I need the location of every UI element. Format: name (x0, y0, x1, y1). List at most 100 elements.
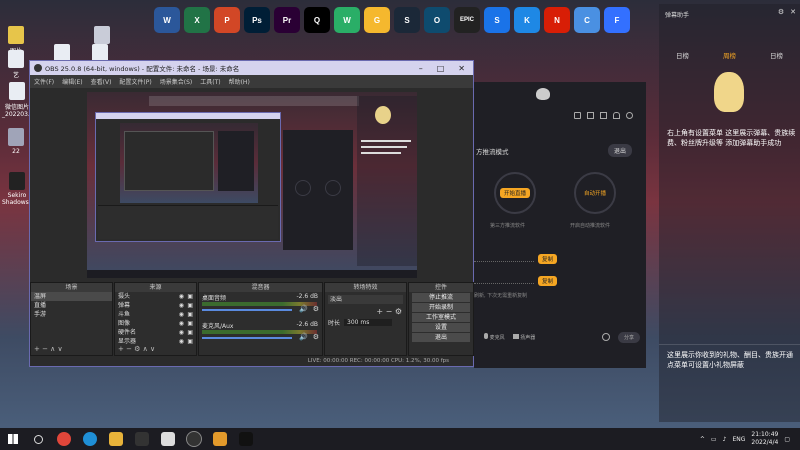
desktop-icon-22[interactable]: 22 (2, 128, 30, 155)
app-taskbar-icon-2[interactable] (239, 432, 253, 446)
control-button[interactable]: 开始录制 (412, 303, 470, 312)
qq-icon[interactable]: Q (304, 7, 330, 33)
scene-item[interactable]: 手游 (31, 310, 112, 319)
search-icon[interactable] (34, 434, 43, 444)
stream-key-field[interactable] (474, 276, 534, 284)
app-icon[interactable]: O (424, 7, 450, 33)
wechat-icon[interactable]: W (334, 7, 360, 33)
menu-item[interactable]: 文件(F) (34, 77, 54, 86)
eye-icon[interactable]: ◉ (179, 301, 184, 310)
menu-item[interactable]: 工具(T) (200, 77, 220, 86)
desktop-icon-extra-1[interactable] (88, 26, 116, 46)
eye-icon[interactable]: ◉ (179, 319, 184, 328)
epic-games-icon[interactable]: EPIC (454, 7, 480, 33)
language-indicator[interactable]: ENG (732, 436, 745, 443)
lock-icon[interactable]: ▣ (187, 310, 193, 319)
speaker-icon[interactable]: 🔊 (299, 333, 308, 341)
eye-icon[interactable]: ◉ (179, 310, 184, 319)
speaker-icon[interactable]: 🔊 (299, 305, 308, 313)
microphone-button[interactable]: 麦克风 (484, 333, 505, 341)
close-icon[interactable]: ✕ (790, 8, 796, 16)
speaker-button[interactable]: 扬声器 (512, 333, 535, 341)
cloud-icon[interactable]: C (574, 7, 600, 33)
settings-icon[interactable]: ⚙ (778, 8, 784, 16)
word-icon[interactable]: W (154, 7, 180, 33)
obs-title-bar[interactable]: OBS 25.0.8 (64-bit, windows) - 配置文件: 未命名… (30, 61, 473, 75)
steam-icon[interactable]: S (394, 7, 420, 33)
volume-slider[interactable] (202, 337, 292, 339)
menu-item[interactable]: 帮助(H) (229, 77, 250, 86)
obs-taskbar-icon[interactable] (186, 431, 202, 447)
eye-icon[interactable]: ◉ (179, 292, 184, 301)
scene-item[interactable]: 温屏 (31, 292, 112, 301)
edge-icon[interactable] (83, 432, 97, 446)
feishu-icon[interactable]: F (604, 7, 630, 33)
game-icon[interactable]: G (364, 7, 390, 33)
source-item[interactable]: 斗鱼 ◉ ▣ (115, 310, 196, 319)
tab-day-rank[interactable]: 日榜 (676, 50, 689, 64)
eye-icon[interactable]: ◉ (179, 337, 184, 346)
notification-icon[interactable]: ▢ (784, 436, 790, 443)
source-item[interactable]: 弹幕 ◉ ▣ (115, 301, 196, 310)
copy-icon[interactable] (587, 112, 594, 119)
control-button[interactable]: 停止推流 (412, 293, 470, 302)
netease-music-icon[interactable]: N (544, 7, 570, 33)
store-icon[interactable] (161, 432, 175, 446)
auto-live-button[interactable]: 自动开播 (574, 172, 616, 214)
maximize-icon[interactable]: □ (437, 64, 445, 73)
menu-item[interactable]: 编辑(E) (62, 77, 82, 86)
excel-icon[interactable]: X (184, 7, 210, 33)
lock-icon[interactable]: ▣ (187, 328, 193, 337)
exit-button[interactable]: 退出 (608, 144, 633, 157)
network-icon[interactable]: ▭ (711, 436, 717, 443)
desktop-icon-sekiro[interactable]: Sekiro Shadows... (2, 172, 35, 206)
copy-button[interactable]: 复制 (538, 254, 558, 264)
control-button[interactable]: 设置 (412, 323, 470, 332)
gear-icon[interactable]: ⚙ (313, 305, 319, 313)
volume-slider[interactable] (202, 309, 292, 311)
desktop-icon-file[interactable]: 艺 (2, 50, 30, 79)
duration-input[interactable]: 300 ms (344, 319, 393, 326)
gear-icon[interactable]: ⚙ (313, 333, 319, 341)
clock[interactable]: 21:10:49 2022/4/4 (751, 431, 778, 447)
transition-select[interactable]: 淡出 (328, 295, 403, 304)
menu-item[interactable]: 配置文件(P) (119, 77, 151, 86)
obs-preview[interactable] (87, 92, 417, 278)
tab-day-rank-2[interactable]: 日榜 (770, 50, 783, 64)
premiere-icon[interactable]: Pr (274, 7, 300, 33)
terminal-icon[interactable] (135, 432, 149, 446)
bell-icon[interactable] (613, 112, 620, 119)
k-icon[interactable]: K (514, 7, 540, 33)
settings-icon[interactable] (601, 333, 610, 341)
tab-week-rank[interactable]: 周榜 (723, 50, 736, 64)
menu-item[interactable]: 场景集合(S) (160, 77, 193, 86)
chrome-icon[interactable] (57, 432, 71, 446)
control-button[interactable]: 工作室模式 (412, 313, 470, 322)
source-item[interactable]: 摄头 ◉ ▣ (115, 292, 196, 301)
control-button[interactable]: 退出 (412, 333, 470, 342)
copy-button-2[interactable]: 复制 (538, 276, 558, 286)
eye-icon[interactable]: ◉ (179, 328, 184, 337)
share-live-button[interactable]: 分享 (617, 331, 640, 343)
scene-item[interactable]: 直播 (31, 301, 112, 310)
lock-icon[interactable] (574, 112, 581, 119)
close-icon[interactable]: ✕ (458, 64, 465, 73)
tray-chevron-icon[interactable]: ^ (700, 436, 705, 443)
lock-icon[interactable]: ▣ (187, 319, 193, 328)
share-icon[interactable] (626, 112, 633, 119)
windows-start-icon[interactable] (8, 434, 18, 444)
menu-item[interactable]: 查看(V) (91, 77, 112, 86)
screenshot-icon[interactable]: S (484, 7, 510, 33)
minimize-icon[interactable]: – (419, 64, 423, 73)
desktop-icon-wechat-image[interactable]: 微信图片_202203... (2, 82, 34, 118)
source-item[interactable]: 硬件名 ◉ ▣ (115, 328, 196, 337)
server-url-field[interactable] (474, 254, 534, 262)
lock-icon[interactable]: ▣ (187, 301, 193, 310)
gift-icon[interactable] (600, 112, 607, 119)
lock-icon[interactable]: ▣ (187, 337, 193, 346)
volume-icon[interactable]: ♪ (723, 436, 727, 443)
source-item[interactable]: 图像 ◉ ▣ (115, 319, 196, 328)
lock-icon[interactable]: ▣ (187, 292, 193, 301)
start-live-button[interactable]: 开始直播 (494, 172, 536, 214)
file-explorer-icon[interactable] (109, 432, 123, 446)
